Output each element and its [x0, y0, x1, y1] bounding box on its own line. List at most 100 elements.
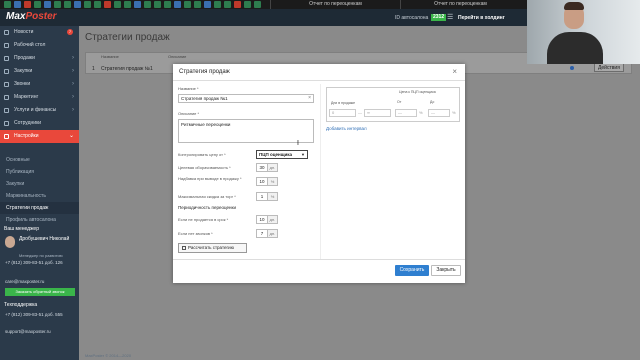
callback-button[interactable]: Заказать обратный звонок	[5, 288, 75, 296]
sidebar-item-news[interactable]: Новости 7	[0, 26, 79, 39]
app-icon[interactable]	[14, 1, 21, 8]
control-price-select[interactable]: ПЦП оценщика ▼	[256, 150, 308, 159]
price-intervals-grid: Дни в продаже Цена к ПЦП оценщика От До …	[326, 87, 460, 122]
app-icon[interactable]	[94, 1, 101, 8]
app-icon[interactable]	[54, 1, 61, 8]
grid-header-days: Дни в продаже	[331, 101, 356, 105]
browser-tab[interactable]: Отчет по переоценкам	[400, 0, 520, 9]
subnav-item-purchases[interactable]: Закупки	[0, 178, 79, 190]
chevron-right-icon: ›	[72, 55, 74, 61]
app-icon[interactable]	[214, 1, 221, 8]
app-icon[interactable]	[144, 1, 151, 8]
markup-label: Надбавка при выводе в продажу *	[178, 176, 242, 181]
app-icon[interactable]	[74, 1, 81, 8]
app-icon[interactable]	[164, 1, 171, 8]
sidebar-item-purchases[interactable]: Закупки ›	[0, 65, 79, 78]
chevron-right-icon: ›	[72, 94, 74, 100]
app-icon[interactable]	[184, 1, 191, 8]
app-icon[interactable]	[34, 1, 41, 8]
target-turnover-input[interactable]: 30	[256, 163, 268, 172]
sidebar-item-settings[interactable]: Настройки ⌄	[0, 130, 79, 143]
app-icon[interactable]	[194, 1, 201, 8]
app-icon[interactable]	[64, 1, 71, 8]
name-input[interactable]: Стратегия продаж №1 ×	[178, 94, 314, 103]
markup-input[interactable]: 10	[256, 177, 268, 186]
close-icon[interactable]: ×	[452, 67, 457, 76]
chevron-right-icon: ›	[72, 81, 74, 87]
sidebar-item-label: Сотрудники	[14, 120, 42, 126]
table-row-name[interactable]: Стратегия продаж №1	[101, 66, 153, 72]
divider	[173, 259, 465, 260]
unit-days: дн.	[268, 215, 278, 224]
add-interval-link[interactable]: Добавить интервал	[326, 126, 367, 131]
browser-tab[interactable]: Отчет по переоценкам	[270, 0, 400, 9]
max-discount-input[interactable]: 1	[256, 192, 268, 201]
close-button[interactable]: Закрыть	[431, 265, 461, 276]
sidebar-item-label: Маркетинг	[14, 94, 39, 100]
actions-dropdown[interactable]: Действия	[594, 63, 624, 72]
webcam-overlay	[527, 0, 640, 64]
subnav-item-sales-strategies[interactable]: Стратегии продаж	[0, 202, 79, 214]
app-icon[interactable]	[154, 1, 161, 8]
app-icon[interactable]	[254, 1, 261, 8]
sidebar-item-sales[interactable]: Продажи ›	[0, 52, 79, 65]
sidebar-item-label: Услуги и финансы	[14, 107, 57, 113]
price-to-input[interactable]: —	[428, 109, 450, 117]
subnav-item-basic[interactable]: Основные	[0, 154, 79, 166]
subnav-item-publication[interactable]: Публикация	[0, 166, 79, 178]
app-icon[interactable]	[4, 1, 11, 8]
calculate-strategy-label: Рассчитать стратегию	[188, 245, 234, 250]
sidebar-item-label: Продажи	[14, 55, 35, 61]
unit-percent: %	[268, 177, 278, 186]
no-calls-input[interactable]: 7	[256, 229, 268, 238]
manager-phone[interactable]: +7 (812) 309-83-51 доб. 126	[5, 260, 75, 266]
app-icon[interactable]	[244, 1, 251, 8]
app-icon[interactable]	[224, 1, 231, 8]
app-icon[interactable]	[44, 1, 51, 8]
description-textarea[interactable]: Ритмичные переоценки	[178, 119, 314, 143]
app-icon[interactable]	[24, 1, 31, 8]
app-icon[interactable]	[204, 1, 211, 8]
desktop-icon	[4, 43, 9, 48]
default-radio[interactable]	[570, 66, 574, 70]
name-input-value: Стратегия продаж №1	[181, 96, 228, 101]
support-email[interactable]: support@maxposter.ru	[5, 329, 51, 334]
app-icon[interactable]	[104, 1, 111, 8]
price-from-input[interactable]: —	[395, 109, 417, 117]
target-turnover-label: Целевая оборачиваемость *	[178, 165, 231, 170]
unit-percent: %	[268, 192, 278, 201]
app-icon[interactable]	[234, 1, 241, 8]
manager-email[interactable]: care@maxposter.ru	[5, 279, 44, 284]
app-icon[interactable]	[124, 1, 131, 8]
app-icon[interactable]	[134, 1, 141, 8]
sidebar-item-marketing[interactable]: Маркетинг ›	[0, 91, 79, 104]
days-to-input[interactable]: ∞	[364, 109, 391, 117]
sidebar-item-employees[interactable]: Сотрудники	[0, 117, 79, 130]
sidebar-item-desktop[interactable]: Рабочий стол	[0, 39, 79, 52]
chevron-right-icon: ›	[72, 68, 74, 74]
subnav-item-dealer-profile[interactable]: Профиль автосалона	[0, 214, 79, 226]
manager-section-title: Ваш менеджер	[4, 226, 39, 232]
save-button[interactable]: Сохранить	[395, 265, 429, 276]
control-price-label: Контролировать цену от *	[178, 152, 226, 157]
logo[interactable]: MaxPoster	[6, 11, 57, 22]
manager-role: Менеджер по развитию	[19, 253, 63, 258]
not-sold-input[interactable]: 10	[256, 215, 268, 224]
grid-header-from: От	[397, 100, 402, 104]
sidebar-item-label: Новости	[14, 29, 34, 35]
avatar	[5, 236, 15, 248]
menu-icon[interactable]: ☰	[447, 13, 453, 21]
support-phone[interactable]: +7 (812) 309-83-51 доб. 555	[5, 312, 75, 318]
app-icon[interactable]	[84, 1, 91, 8]
app-icon[interactable]	[114, 1, 121, 8]
sidebar-item-services[interactable]: Услуги и финансы ›	[0, 104, 79, 117]
goto-holding-link[interactable]: Перейти в холдинг	[458, 15, 505, 21]
days-from-input[interactable]: 0	[329, 109, 356, 117]
clear-icon[interactable]: ×	[308, 95, 311, 102]
sidebar-item-calls[interactable]: Звонки ›	[0, 78, 79, 91]
subnav-item-margin[interactable]: Маржинальность	[0, 190, 79, 202]
no-calls-label: Если нет звонков *	[178, 231, 213, 236]
footer-copyright: MaxPoster © 2014—2020	[85, 353, 132, 358]
app-icon[interactable]	[174, 1, 181, 8]
calculate-strategy-button[interactable]: Рассчитать стратегию	[178, 243, 247, 253]
